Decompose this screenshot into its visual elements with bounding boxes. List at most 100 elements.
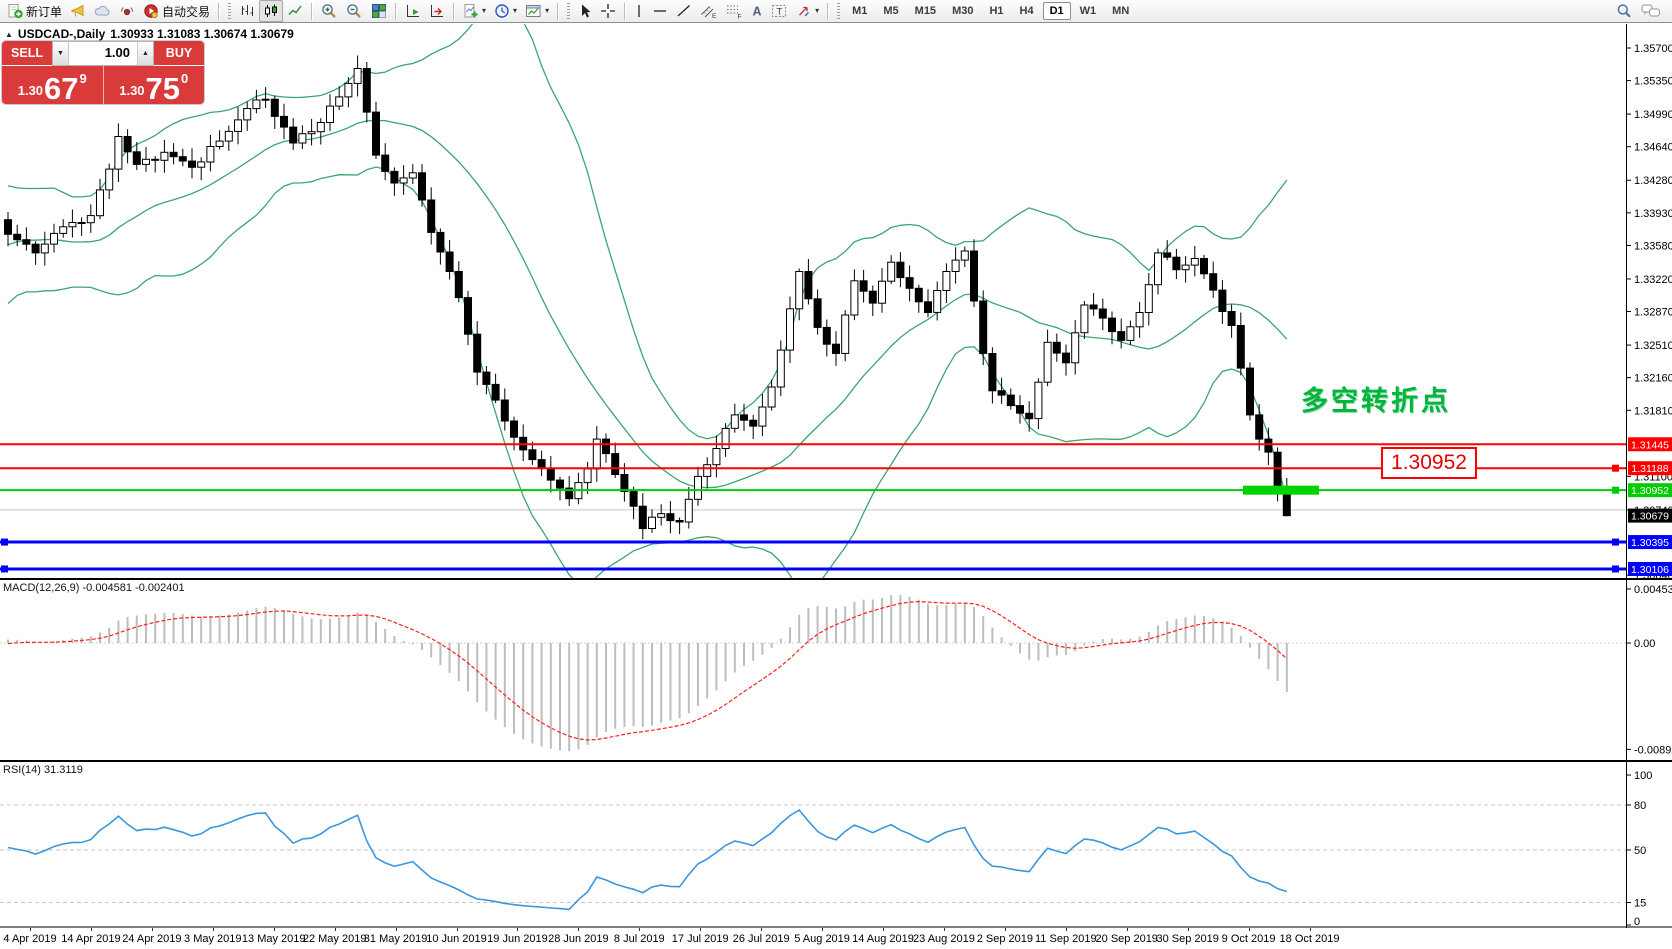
crosshair-tool-button[interactable] <box>596 0 620 22</box>
resistance-line-2-handle-right[interactable] <box>1612 465 1619 472</box>
indicators-dropdown-caret[interactable]: ▾ <box>482 7 486 15</box>
bar-chart-button[interactable] <box>235 0 259 22</box>
auto-scroll-icon <box>405 3 421 19</box>
rsi-value: 31.3119 <box>44 764 83 776</box>
text-label-tool-button[interactable]: T <box>767 0 792 22</box>
horizontal-line-tool-button[interactable] <box>648 0 672 22</box>
auto-scroll-button[interactable] <box>401 0 425 22</box>
fibonacci-icon: F <box>725 3 742 19</box>
turning-point-annotation[interactable]: 多空转折点 <box>1301 379 1451 418</box>
date-axis-tick <box>1127 928 1128 931</box>
sell-price-small: 1.30 <box>18 84 43 97</box>
pivot-line-green-handle-right[interactable] <box>1612 487 1619 494</box>
cursor-tool-button[interactable] <box>574 0 596 22</box>
autotrading-button[interactable]: 自动交易 <box>139 0 214 22</box>
sell-price-sup: 9 <box>80 72 87 85</box>
date-axis-tick <box>274 928 275 931</box>
svg-text:E: E <box>712 13 717 19</box>
templates-button[interactable]: ▾ <box>521 0 553 22</box>
timeframe-button-mn[interactable]: MN <box>1105 2 1136 20</box>
price-level-badge-text: 1.30395 <box>1631 537 1669 549</box>
chart-shift-icon <box>429 3 445 19</box>
svg-text:T: T <box>777 7 783 18</box>
date-axis-tick <box>1310 928 1311 931</box>
line-chart-button[interactable] <box>283 0 307 22</box>
date-axis-label: 3 May 2019 <box>184 933 241 945</box>
rsi-panel[interactable]: 1008050150 <box>0 761 1672 928</box>
support-line-2-handle-right[interactable] <box>1612 565 1619 572</box>
date-axis-label: 8 Jul 2019 <box>614 933 665 945</box>
timeframe-button-w1[interactable]: W1 <box>1073 2 1104 20</box>
date-axis-label: 23 Aug 2019 <box>913 933 975 945</box>
toolbar-grip[interactable] <box>837 3 840 19</box>
zoom-in-button[interactable] <box>317 0 342 22</box>
toolbar-separator <box>395 3 397 20</box>
autotrading-icon <box>143 3 159 19</box>
collapse-panel-icon[interactable]: ▲ <box>5 30 13 39</box>
rsi-line <box>8 810 1287 909</box>
macd-axis-label: -0.008928 <box>1634 744 1672 756</box>
volume-decrease-button[interactable]: ▼ <box>53 42 69 65</box>
vertical-line-tool-button[interactable] <box>630 0 648 22</box>
arrows-tool-button[interactable]: ▾ <box>792 0 823 22</box>
price-annotation-box[interactable]: 1.30952 <box>1381 447 1477 479</box>
support-line-2-handle-left[interactable] <box>1 565 8 572</box>
timeframe-button-m30[interactable]: M30 <box>945 2 980 20</box>
support-line-1-handle-left[interactable] <box>1 539 8 546</box>
cursor-icon <box>578 3 592 19</box>
timeframe-button-h4[interactable]: H4 <box>1013 2 1041 20</box>
timeframe-button-m15[interactable]: M15 <box>908 2 943 20</box>
price-axis-label: 1.33220 <box>1634 274 1672 286</box>
support-line-1-handle-right[interactable] <box>1612 539 1619 546</box>
toolbar-grip[interactable] <box>567 3 570 19</box>
equidistant-channel-icon: E <box>700 3 717 19</box>
chart-shift-button[interactable] <box>425 0 449 22</box>
volume-input[interactable]: 1.00 <box>69 42 137 65</box>
buy-button[interactable]: BUY <box>154 41 204 66</box>
channel-tool-button[interactable]: E <box>696 0 721 22</box>
zoom-out-button[interactable] <box>342 0 367 22</box>
community-button[interactable] <box>90 0 115 22</box>
search-icon[interactable] <box>1616 3 1633 19</box>
trendline-tool-button[interactable] <box>672 0 696 22</box>
tile-windows-button[interactable] <box>367 0 391 22</box>
new-order-button[interactable]: 新订单 <box>3 0 66 22</box>
sell-price-display[interactable]: 1.30 67 9 <box>2 66 103 104</box>
date-axis-label: 9 Oct 2019 <box>1222 933 1276 945</box>
main-chart-panel[interactable]: 1.357001.353501.349901.346401.342801.339… <box>0 24 1672 579</box>
highlight-segment[interactable] <box>1243 486 1319 495</box>
candlestick-chart-button[interactable] <box>259 0 283 22</box>
date-axis-label: 26 Jul 2019 <box>733 933 790 945</box>
price-axis-label: 1.32510 <box>1634 340 1672 352</box>
date-axis-tick <box>578 928 579 931</box>
price-axis-label: 1.35350 <box>1634 76 1672 88</box>
rsi-axis-label: 50 <box>1634 845 1646 857</box>
timeframe-button-h1[interactable]: H1 <box>982 2 1010 20</box>
volume-increase-button[interactable]: ▲ <box>137 42 153 65</box>
date-axis-tick <box>1005 928 1006 931</box>
chat-icon[interactable] <box>1641 3 1661 19</box>
toolbar-grip[interactable] <box>228 3 231 19</box>
alerts-button[interactable] <box>66 0 90 22</box>
rsi-axis-label: 15 <box>1634 898 1646 910</box>
date-axis-tick <box>1188 928 1189 931</box>
signals-button[interactable] <box>115 0 139 22</box>
date-axis-tick <box>457 928 458 931</box>
periods-button[interactable]: ▾ <box>490 0 521 22</box>
sell-button[interactable]: SELL <box>2 41 52 66</box>
macd-axis-label: 0.00 <box>1634 638 1655 650</box>
date-axis-label: 31 May 2019 <box>364 933 428 945</box>
templates-dropdown-caret[interactable]: ▾ <box>545 7 549 15</box>
arrows-dropdown-caret[interactable]: ▾ <box>815 7 819 15</box>
timeframe-button-m1[interactable]: M1 <box>845 2 874 20</box>
timeframe-button-d1[interactable]: D1 <box>1043 2 1071 20</box>
text-tool-button[interactable]: A <box>746 0 767 22</box>
timeframe-button-m5[interactable]: M5 <box>876 2 905 20</box>
rsi-name: RSI(14) <box>3 764 41 776</box>
fibonacci-tool-button[interactable]: F <box>721 0 746 22</box>
indicators-button[interactable]: ▾ <box>459 0 490 22</box>
macd-panel[interactable]: 0.0045330.00-0.008928 <box>0 579 1672 761</box>
buy-price-display[interactable]: 1.30 75 0 <box>103 66 205 104</box>
periods-dropdown-caret[interactable]: ▾ <box>513 7 517 15</box>
rsi-axis-label: 80 <box>1634 800 1646 812</box>
